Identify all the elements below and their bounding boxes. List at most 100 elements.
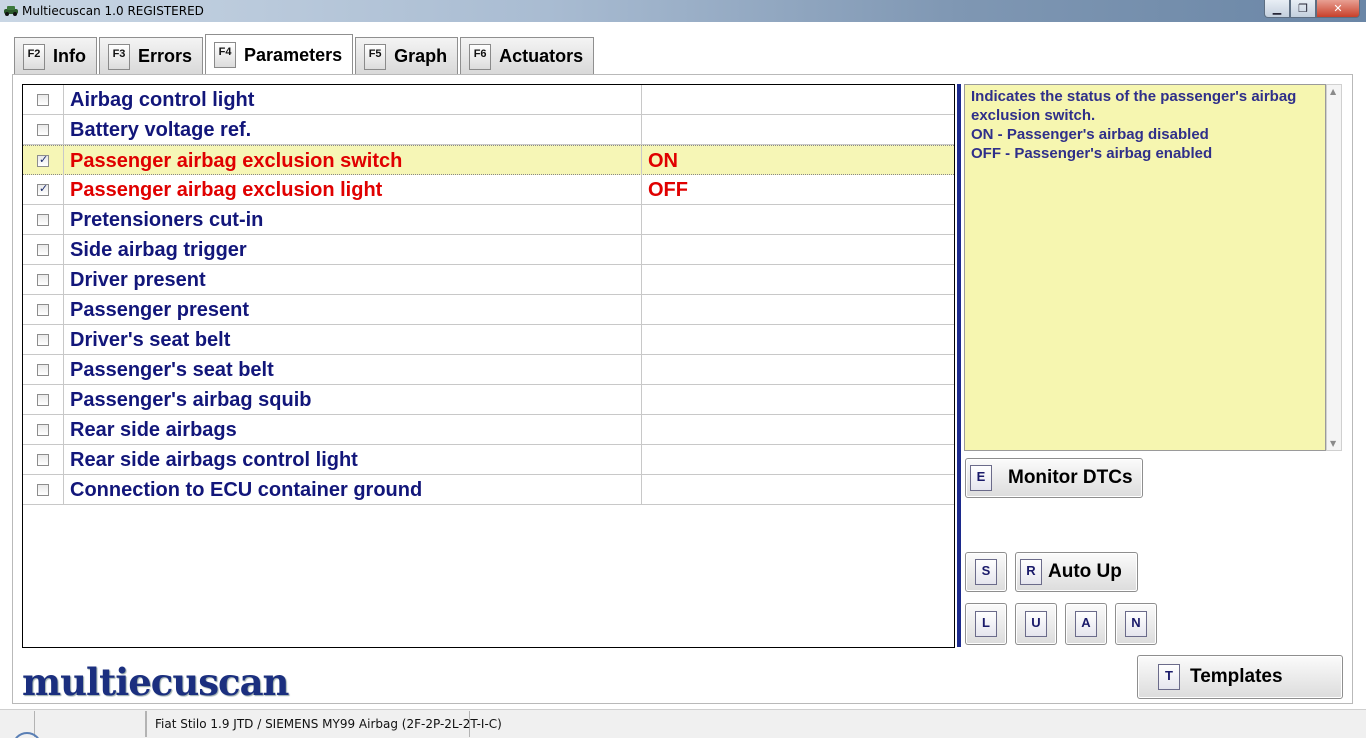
parameter-name: Passenger's seat belt [70, 359, 274, 381]
a-button[interactable]: A [1065, 603, 1107, 645]
parameter-row[interactable]: Passenger's seat belt [23, 355, 954, 385]
parameter-row[interactable]: Battery voltage ref. [23, 115, 954, 145]
window-controls: ▁ ❐ ✕ [1264, 0, 1360, 18]
tab-info[interactable]: F2 Info [14, 37, 97, 75]
value-cell [641, 415, 954, 444]
value-cell [641, 115, 954, 144]
u-button[interactable]: U [1015, 603, 1057, 645]
value-cell: ON [641, 146, 954, 175]
parameter-row[interactable]: Driver present [23, 265, 954, 295]
parameter-value: OFF [648, 179, 688, 201]
parameter-name: Battery voltage ref. [70, 119, 252, 141]
value-cell [641, 295, 954, 324]
tab-info-label: Info [53, 46, 86, 66]
minimize-button[interactable]: ▁ [1264, 0, 1290, 18]
tab-graph[interactable]: F5 Graph [355, 37, 459, 75]
description-line: Indicates the status of the passenger's … [971, 88, 1297, 105]
parameter-checkbox[interactable] [37, 454, 49, 466]
auto-up-label: Auto Up [1048, 561, 1122, 582]
panel-splitter[interactable] [957, 84, 961, 647]
value-cell [641, 475, 954, 504]
parameter-checkbox[interactable] [37, 274, 49, 286]
parameter-checkbox[interactable] [37, 424, 49, 436]
close-icon: ✕ [1333, 2, 1343, 15]
parameter-name: Rear side airbags [70, 419, 237, 441]
parameter-checkbox[interactable] [37, 124, 49, 136]
scroll-up-icon[interactable]: ▲ [1330, 87, 1336, 96]
value-cell [641, 235, 954, 264]
description-box: Indicates the status of the passenger's … [964, 84, 1326, 451]
parameter-row[interactable]: ✓ Passenger airbag exclusion switch ON [23, 145, 954, 175]
a-key: A [1075, 611, 1097, 637]
parameter-checkbox[interactable] [37, 334, 49, 346]
parameter-name: Airbag control light [70, 89, 255, 111]
parameter-value: ON [648, 150, 678, 172]
parameter-name: Passenger airbag exclusion light [70, 179, 383, 201]
parameter-row[interactable]: Pretensioners cut-in [23, 205, 954, 235]
checkbox-cell [23, 115, 64, 144]
l-button[interactable]: L [965, 603, 1007, 645]
maximize-icon: ❐ [1298, 2, 1308, 15]
tab-bar: F2 Info F3 Errors F4 Parameters F5 Graph… [14, 34, 596, 75]
description-scrollbar[interactable]: ▲ ▼ [1326, 84, 1342, 451]
s-button[interactable]: S [965, 552, 1007, 592]
description-line: ON - Passenger's airbag disabled [971, 126, 1209, 143]
parameter-row[interactable]: Passenger's airbag squib [23, 385, 954, 415]
parameter-row[interactable]: ✓ Passenger airbag exclusion light OFF [23, 175, 954, 205]
checkbox-cell [23, 265, 64, 294]
tab-info-key: F2 [23, 43, 45, 70]
tab-errors-label: Errors [138, 46, 193, 66]
parameter-row[interactable]: Rear side airbags [23, 415, 954, 445]
parameter-row[interactable]: Driver's seat belt [23, 325, 954, 355]
status-bar: Fiat Stilo 1.9 JTD / SIEMENS MY99 Airbag… [0, 709, 1366, 738]
parameter-row[interactable]: Side airbag trigger [23, 235, 954, 265]
value-cell [641, 325, 954, 354]
title-bar: Multiecuscan 1.0 REGISTERED ▁ ❐ ✕ [0, 0, 1366, 22]
tab-graph-label: Graph [394, 46, 448, 66]
parameter-row[interactable]: Airbag control light [23, 85, 954, 115]
checkbox-cell [23, 415, 64, 444]
checkbox-cell [23, 325, 64, 354]
monitor-dtcs-label: Monitor DTCs [1008, 467, 1133, 488]
parameter-name: Side airbag trigger [70, 239, 247, 261]
tab-errors[interactable]: F3 Errors [99, 37, 204, 75]
maximize-button[interactable]: ❐ [1290, 0, 1316, 18]
checkmark-icon: ✓ [39, 153, 49, 166]
description-line: OFF - Passenger's airbag enabled [971, 145, 1213, 162]
parameter-checkbox[interactable]: ✓ [37, 182, 49, 196]
parameter-row[interactable]: Passenger present [23, 295, 954, 325]
app-window: Multiecuscan 1.0 REGISTERED ▁ ❐ ✕ F2 Inf… [0, 0, 1366, 738]
parameter-checkbox[interactable] [37, 244, 49, 256]
checkbox-cell [23, 205, 64, 234]
parameter-row[interactable]: Rear side airbags control light [23, 445, 954, 475]
parameter-checkbox[interactable] [37, 394, 49, 406]
tab-actuators-key: F6 [469, 43, 492, 70]
status-vehicle-text: Fiat Stilo 1.9 JTD / SIEMENS MY99 Airbag… [155, 717, 502, 731]
scroll-down-icon[interactable]: ▼ [1330, 439, 1336, 448]
checkbox-cell: ✓ [23, 175, 64, 204]
minimize-icon: ▁ [1272, 2, 1282, 15]
close-button[interactable]: ✕ [1316, 0, 1360, 18]
parameter-name: Rear side airbags control light [70, 449, 358, 471]
parameter-row[interactable]: Connection to ECU container ground [23, 475, 954, 505]
parameter-checkbox[interactable] [37, 94, 49, 106]
parameter-name: Passenger present [70, 299, 249, 321]
parameter-checkbox[interactable] [37, 364, 49, 376]
value-cell [641, 385, 954, 414]
parameter-checkbox[interactable] [37, 214, 49, 226]
n-button[interactable]: N [1115, 603, 1157, 645]
checkbox-cell [23, 445, 64, 474]
tab-parameters[interactable]: F4 Parameters [205, 34, 354, 75]
parameter-checkbox[interactable]: ✓ [37, 153, 49, 167]
monitor-dtcs-button[interactable]: E Monitor DTCs [965, 458, 1143, 498]
tab-actuators-label: Actuators [499, 46, 584, 66]
tab-actuators[interactable]: F6 Actuators [460, 37, 595, 75]
parameter-checkbox[interactable] [37, 484, 49, 496]
l-key: L [975, 611, 997, 637]
tab-parameters-key: F4 [214, 42, 237, 68]
auto-up-button[interactable]: R Auto Up [1015, 552, 1138, 592]
parameter-checkbox[interactable] [37, 304, 49, 316]
value-cell [641, 205, 954, 234]
auto-up-key: R [1020, 559, 1042, 585]
templates-button[interactable]: T Templates [1137, 655, 1343, 699]
